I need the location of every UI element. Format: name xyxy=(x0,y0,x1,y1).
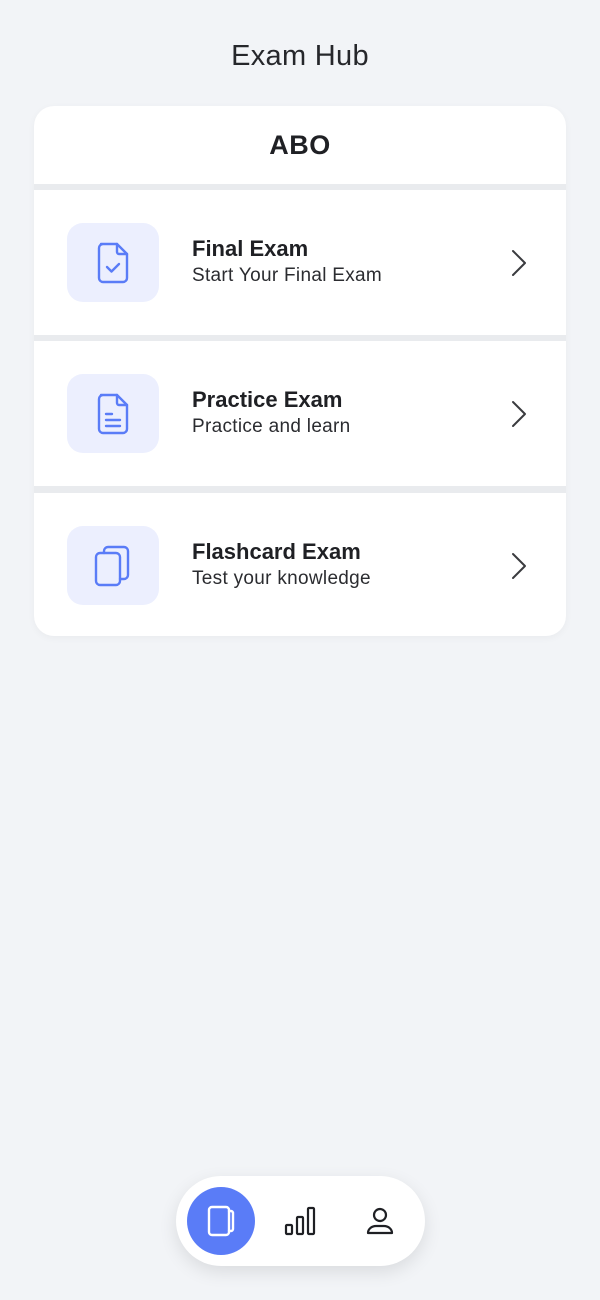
bottom-nav xyxy=(176,1176,425,1266)
exam-hub-screen: Exam Hub ABO Final Exam Start Your Final… xyxy=(0,0,600,1300)
document-check-icon xyxy=(67,223,159,302)
nav-stats-button[interactable] xyxy=(266,1187,334,1255)
final-exam-item[interactable]: Final Exam Start Your Final Exam xyxy=(34,190,566,335)
practice-exam-item[interactable]: Practice Exam Practice and learn xyxy=(34,341,566,486)
card-heading: ABO xyxy=(34,106,566,184)
flashcard-exam-title: Flashcard Exam xyxy=(192,539,361,564)
practice-exam-subtitle: Practice and learn xyxy=(192,416,351,437)
nav-exams-button[interactable] xyxy=(187,1187,255,1255)
exam-card: ABO Final Exam Start Your Final Exam Pra… xyxy=(34,106,566,636)
page-title: Exam Hub xyxy=(231,40,369,72)
chevron-right-icon xyxy=(512,401,526,427)
flashcard-exam-text: Flashcard Exam Test your knowledge xyxy=(192,538,371,592)
flashcard-exam-item[interactable]: Flashcard Exam Test your knowledge xyxy=(34,493,566,636)
final-exam-text: Final Exam Start Your Final Exam xyxy=(192,235,382,289)
exams-icon xyxy=(207,1205,235,1237)
flashcard-exam-subtitle: Test your knowledge xyxy=(192,568,371,589)
practice-exam-text: Practice Exam Practice and learn xyxy=(192,386,351,440)
nav-profile-button[interactable] xyxy=(346,1187,414,1255)
flashcards-icon xyxy=(67,526,159,605)
chevron-right-icon xyxy=(512,553,526,579)
final-exam-subtitle: Start Your Final Exam xyxy=(192,265,383,286)
practice-exam-title: Practice Exam xyxy=(192,387,343,412)
document-text-icon xyxy=(67,374,159,453)
stats-icon xyxy=(284,1206,316,1236)
profile-icon xyxy=(366,1207,394,1235)
chevron-right-icon xyxy=(512,250,526,276)
final-exam-title: Final Exam xyxy=(192,236,309,261)
